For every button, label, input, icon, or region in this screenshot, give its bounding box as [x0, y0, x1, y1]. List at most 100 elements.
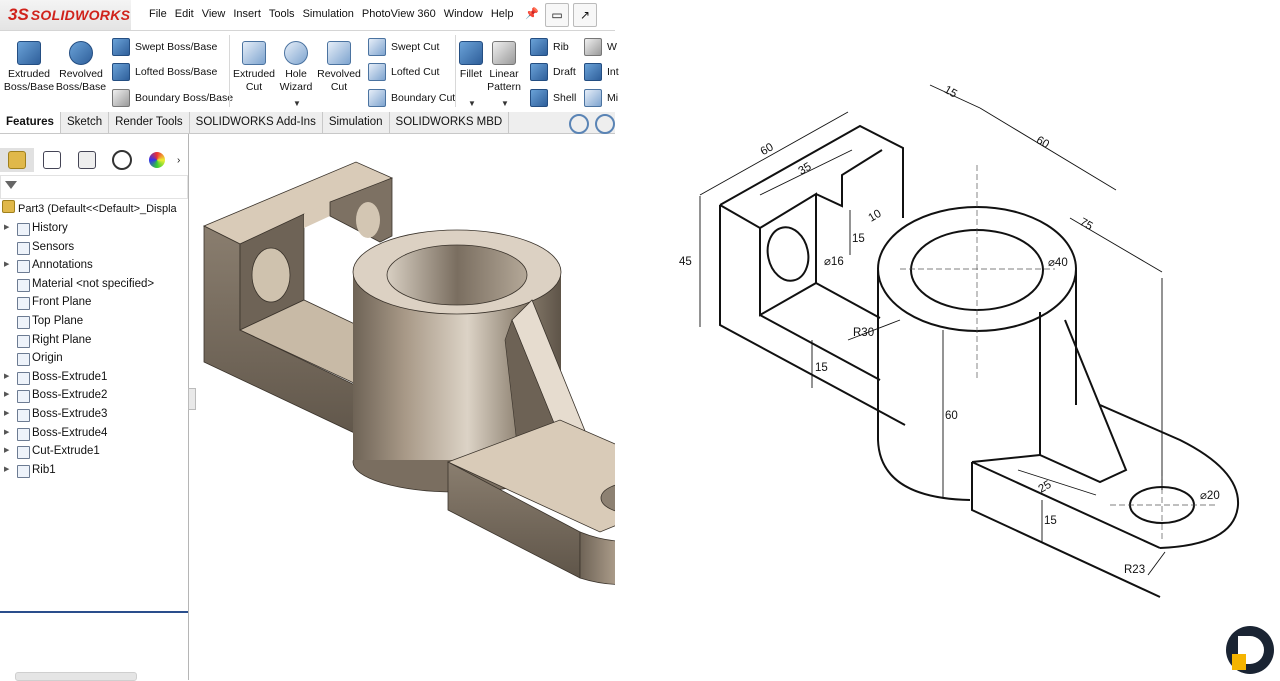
- tab-dimxpert[interactable]: [105, 148, 139, 172]
- linear-pattern-button[interactable]: Linear Pattern: [480, 39, 528, 94]
- menu-edit[interactable]: Edit: [171, 8, 198, 20]
- boundary-boss-button[interactable]: Boundary Boss/Base: [112, 88, 233, 108]
- dim-15-top: 15: [942, 84, 959, 101]
- dim-45: 45: [679, 256, 692, 268]
- tree-item[interactable]: Origin: [0, 349, 188, 368]
- solidworks-window: 3S SOLIDWORKS File Edit View Insert Tool…: [0, 0, 619, 681]
- tree-item[interactable]: ▶ Boss-Extrude4: [0, 424, 188, 443]
- menu-file[interactable]: File: [145, 8, 171, 20]
- property-manager-icon: [43, 151, 61, 169]
- zoom-area-icon[interactable]: [595, 114, 615, 134]
- tab-configuration-manager[interactable]: [70, 148, 104, 172]
- tab-addins[interactable]: SOLIDWORKS Add-Ins: [190, 112, 323, 133]
- tab-render-tools[interactable]: Render Tools: [109, 112, 190, 133]
- menu-window[interactable]: Window: [440, 8, 487, 20]
- boundary-cut-label: Boundary Cut: [391, 92, 456, 104]
- open-document-icon[interactable]: ↗: [573, 3, 597, 27]
- linear-pattern-caret-icon[interactable]: ▼: [501, 99, 509, 108]
- channel-logo: [1226, 626, 1274, 674]
- drawing-outline: [719, 124, 1240, 598]
- tree-item[interactable]: ▶ Annotations: [0, 256, 188, 275]
- expand-arrow-icon[interactable]: ▶: [4, 256, 9, 275]
- menu-list: File Edit View Insert Tools Simulation P…: [145, 8, 517, 20]
- tab-display-manager[interactable]: [140, 148, 174, 172]
- dim-dia20: ⌀20: [1200, 490, 1220, 502]
- tab-property-manager[interactable]: [35, 148, 69, 172]
- rib-icon: [530, 38, 548, 56]
- dim-15-slot: 15: [852, 233, 865, 245]
- menu-tools[interactable]: Tools: [265, 8, 299, 20]
- feature-icon: [17, 371, 30, 385]
- intersect-button[interactable]: Int: [584, 62, 619, 82]
- lofted-boss-button[interactable]: Lofted Boss/Base: [112, 62, 217, 82]
- tab-mbd[interactable]: SOLIDWORKS MBD: [390, 112, 510, 133]
- extruded-boss-button[interactable]: Extruded Boss/Base: [3, 39, 55, 94]
- menu-help[interactable]: Help: [487, 8, 518, 20]
- shell-icon: [530, 89, 548, 107]
- tree-item[interactable]: ▶ History: [0, 219, 188, 238]
- wrap-icon: [584, 38, 602, 56]
- expand-arrow-icon[interactable]: ▶: [4, 386, 9, 405]
- tree-item-label: Right Plane: [32, 333, 92, 346]
- swept-boss-button[interactable]: Swept Boss/Base: [112, 37, 217, 57]
- expand-arrow-icon[interactable]: ▶: [4, 424, 9, 443]
- expand-arrow-icon[interactable]: ▶: [4, 442, 9, 461]
- tree-item[interactable]: ▶ Boss-Extrude1: [0, 368, 188, 387]
- graphics-area[interactable]: [189, 134, 615, 680]
- pin-icon[interactable]: 📌: [525, 7, 539, 20]
- tab-sketch[interactable]: Sketch: [61, 112, 110, 133]
- swept-cut-icon: [368, 38, 386, 56]
- tree-item[interactable]: ▶ Boss-Extrude2: [0, 386, 188, 405]
- tree-item[interactable]: ▶ Rib1: [0, 461, 188, 480]
- lofted-cut-button[interactable]: Lofted Cut: [368, 62, 439, 82]
- tree-filter[interactable]: [0, 175, 188, 199]
- tree-item[interactable]: ▶ Boss-Extrude3: [0, 405, 188, 424]
- part-icon: [2, 200, 15, 213]
- revolved-cut-button[interactable]: Revolved Cut: [313, 39, 365, 94]
- lofted-cut-label: Lofted Cut: [391, 66, 440, 78]
- tree-item[interactable]: Right Plane: [0, 331, 188, 350]
- fillet-caret-icon[interactable]: ▼: [468, 99, 476, 108]
- menu-insert[interactable]: Insert: [229, 8, 265, 20]
- tab-feature-tree[interactable]: [0, 148, 34, 172]
- tree-item[interactable]: Top Plane: [0, 312, 188, 331]
- tree-item-label: Rib1: [32, 463, 56, 476]
- hole-wizard-caret-icon[interactable]: ▼: [293, 99, 301, 108]
- revolved-boss-button[interactable]: Revolved Boss/Base: [55, 39, 107, 94]
- intersect-icon: [584, 63, 602, 81]
- feature-icon: [17, 464, 30, 478]
- boundary-cut-button[interactable]: Boundary Cut: [368, 88, 455, 108]
- tree-item-label: Front Plane: [32, 296, 92, 309]
- revolved-cut-icon: [327, 41, 351, 65]
- zoom-icon[interactable]: [569, 114, 589, 134]
- logo-text: SOLIDWORKS: [30, 7, 131, 23]
- menu-photoview[interactable]: PhotoView 360: [358, 8, 440, 20]
- linear-pattern-icon: [492, 41, 516, 65]
- rib-button[interactable]: Rib: [530, 37, 569, 57]
- menu-simulation[interactable]: Simulation: [299, 8, 358, 20]
- tree-item[interactable]: Material <not specified>: [0, 275, 188, 294]
- expand-arrow-icon[interactable]: ▶: [4, 461, 9, 480]
- menu-view[interactable]: View: [198, 8, 230, 20]
- tree-root-part[interactable]: Part3 (Default<<Default>_Displa: [2, 200, 188, 215]
- tree-item[interactable]: ▶ Cut-Extrude1: [0, 442, 188, 461]
- tab-features[interactable]: Features: [0, 112, 61, 133]
- tree-item[interactable]: Front Plane: [0, 293, 188, 312]
- tree-item[interactable]: Sensors: [0, 238, 188, 257]
- expand-arrow-icon[interactable]: ▶: [4, 405, 9, 424]
- new-document-icon[interactable]: ▭: [545, 3, 569, 27]
- swept-cut-button[interactable]: Swept Cut: [368, 37, 439, 57]
- expand-arrow-icon[interactable]: ▶: [4, 368, 9, 387]
- dim-60-height: 60: [945, 410, 958, 422]
- rollback-bar[interactable]: [0, 611, 188, 613]
- wrap-button[interactable]: W: [584, 37, 617, 57]
- tree-item-label: Cut-Extrude1: [32, 445, 100, 458]
- expand-arrow-icon[interactable]: ▶: [4, 219, 9, 238]
- draft-button[interactable]: Draft: [530, 62, 576, 82]
- revolved-boss-label: Revolved Boss/Base: [55, 68, 107, 93]
- mirror-button[interactable]: Mi: [584, 88, 618, 108]
- tab-simulation[interactable]: Simulation: [323, 112, 390, 133]
- chevron-right-icon[interactable]: ›: [177, 155, 180, 166]
- shell-button[interactable]: Shell: [530, 88, 576, 108]
- center-lines: [900, 165, 1215, 540]
